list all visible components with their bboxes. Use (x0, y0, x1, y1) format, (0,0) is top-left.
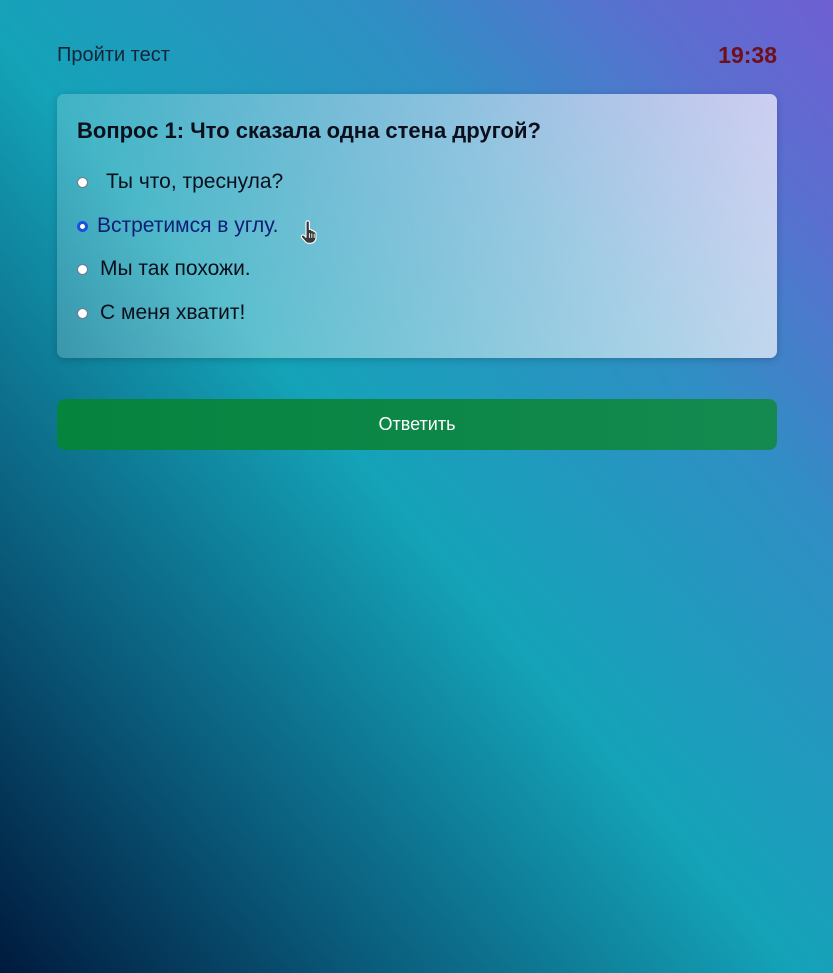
radio-button-selected[interactable] (77, 220, 88, 232)
answer-option-label: Ты что, треснула? (106, 170, 284, 193)
answer-option-2[interactable]: Встретимся в углу. (77, 211, 278, 241)
page-title: Пройти тест (57, 44, 170, 66)
question-card: Вопрос 1: Что сказала одна стена другой?… (57, 94, 777, 358)
answer-option-1[interactable]: Ты что, треснула? (77, 167, 283, 197)
radio-button[interactable] (77, 307, 88, 319)
answer-option-3[interactable]: Мы так похожи. (77, 254, 251, 284)
answer-option-label: Встретимся в углу. (97, 214, 279, 237)
hand-pointer-icon (300, 220, 317, 244)
question-title: Вопрос 1: Что сказала одна стена другой? (77, 118, 541, 143)
answer-option-label: С меня хватит! (100, 301, 246, 324)
submit-answer-button[interactable]: Ответить (57, 399, 777, 450)
answer-option-label: Мы так похожи. (100, 257, 251, 280)
quiz-header: Пройти тест 19:38 (57, 40, 777, 72)
radio-button[interactable] (77, 263, 88, 275)
radio-button[interactable] (77, 176, 88, 188)
answer-option-4[interactable]: С меня хватит! (77, 298, 245, 328)
countdown-timer: 19:38 (718, 42, 777, 68)
